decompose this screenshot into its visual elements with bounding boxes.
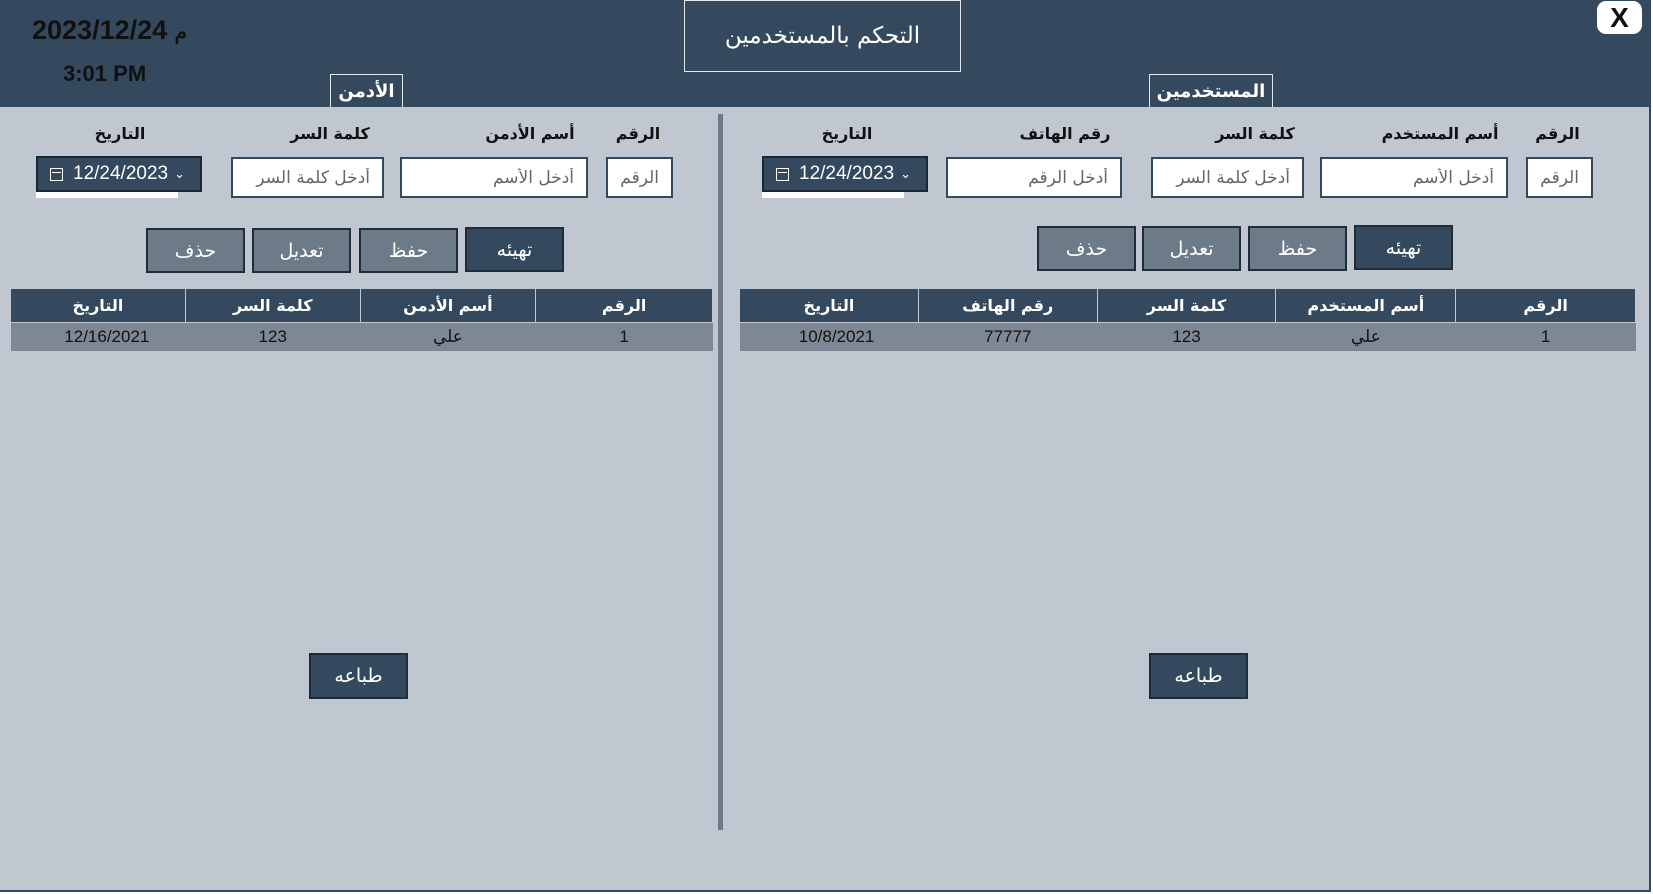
- user-reset-button[interactable]: تهيئه: [1354, 225, 1453, 270]
- user-password-input[interactable]: [1151, 157, 1304, 198]
- user-col-date[interactable]: التاريخ: [739, 288, 919, 323]
- user-cell-phone: 77777: [918, 322, 1098, 351]
- panel-divider: [718, 114, 723, 830]
- admin-cell-name: علي: [360, 322, 536, 351]
- user-date-value: 12/24/2023: [799, 163, 895, 184]
- user-cell-id: 1: [1455, 322, 1636, 351]
- user-cell-password: 123: [1097, 322, 1276, 351]
- date-value: 2023/12/24: [32, 15, 168, 45]
- admin-edit-button[interactable]: تعديل: [252, 228, 351, 273]
- user-control-window: م 2023/12/24 3:01 PM التحكم بالمستخدمين …: [0, 0, 1651, 892]
- admin-password-input[interactable]: [231, 157, 384, 198]
- user-col-name[interactable]: أسم المستخدم: [1275, 288, 1457, 323]
- admin-date-value: 12/24/2023: [73, 163, 169, 184]
- user-id-label: الرقم: [1535, 124, 1580, 143]
- admin-col-name[interactable]: أسم الأدمن: [359, 288, 537, 323]
- user-delete-button[interactable]: حذف: [1037, 226, 1136, 271]
- current-time: 3:01 PM: [63, 61, 147, 86]
- admin-print-button[interactable]: طباعه: [309, 653, 408, 699]
- user-save-button[interactable]: حفظ: [1248, 226, 1347, 271]
- table-row[interactable]: 12/16/2021 123 علي 1: [10, 322, 713, 351]
- admin-cell-password: 123: [185, 322, 361, 351]
- user-phone-label: رقم الهاتف: [1019, 124, 1111, 143]
- users-table-header: التاريخ رقم الهاتف كلمة السر أسم المستخد…: [739, 288, 1636, 323]
- tab-admin[interactable]: الأدمن: [330, 74, 403, 107]
- admin-reset-button[interactable]: تهيئه: [465, 227, 564, 272]
- admin-col-date[interactable]: التاريخ: [10, 288, 186, 323]
- user-col-phone[interactable]: رقم الهاتف: [917, 288, 1098, 323]
- admin-cell-id: 1: [535, 322, 713, 351]
- chevron-down-icon: ⌄: [174, 166, 185, 181]
- users-table: التاريخ رقم الهاتف كلمة السر أسم المستخد…: [739, 288, 1636, 351]
- era-suffix: م: [174, 22, 188, 44]
- calendar-icon: [776, 167, 789, 181]
- calendar-icon: [50, 167, 63, 181]
- user-name-input[interactable]: [1320, 157, 1508, 198]
- header-bar: م 2023/12/24 3:01 PM التحكم بالمستخدمين …: [0, 0, 1651, 107]
- admin-password-label: كلمة السر: [290, 124, 370, 143]
- admin-save-button[interactable]: حفظ: [359, 228, 458, 273]
- user-col-password[interactable]: كلمة السر: [1096, 288, 1277, 323]
- admin-id-input[interactable]: [606, 157, 673, 198]
- user-phone-input[interactable]: [946, 157, 1122, 198]
- user-date-picker[interactable]: 12/24/2023 ⌄: [762, 156, 928, 192]
- tab-users[interactable]: المستخدمين: [1149, 74, 1273, 107]
- admin-table: التاريخ كلمة السر أسم الأدمن الرقم 12/16…: [10, 288, 713, 351]
- admin-delete-button[interactable]: حذف: [146, 228, 245, 273]
- admin-date-label: التاريخ: [94, 124, 146, 143]
- current-date: م 2023/12/24: [32, 15, 187, 46]
- admin-date-dropdown-strip: [36, 192, 178, 198]
- user-password-label: كلمة السر: [1215, 124, 1295, 143]
- chevron-down-icon: ⌄: [900, 166, 911, 181]
- user-col-id[interactable]: الرقم: [1455, 288, 1636, 323]
- user-print-button[interactable]: طباعه: [1149, 653, 1248, 699]
- admin-cell-date: 12/16/2021: [10, 322, 186, 351]
- page-title: التحكم بالمستخدمين: [684, 0, 961, 72]
- admin-date-picker[interactable]: 12/24/2023 ⌄: [36, 156, 202, 192]
- table-row[interactable]: 10/8/2021 77777 123 علي 1: [739, 322, 1636, 351]
- user-date-dropdown-strip: [762, 192, 904, 198]
- admin-id-label: الرقم: [615, 124, 661, 143]
- admin-name-label: أسم الأدمن: [485, 124, 575, 143]
- user-edit-button[interactable]: تعديل: [1142, 226, 1241, 271]
- close-button[interactable]: X: [1597, 1, 1642, 34]
- admin-name-input[interactable]: [400, 157, 588, 198]
- user-name-label: أسم المستخدم: [1381, 124, 1499, 143]
- user-id-input[interactable]: [1526, 157, 1593, 198]
- admin-col-id[interactable]: الرقم: [535, 288, 713, 323]
- admin-table-header: التاريخ كلمة السر أسم الأدمن الرقم: [10, 288, 713, 323]
- user-cell-name: علي: [1275, 322, 1456, 351]
- admin-col-password[interactable]: كلمة السر: [184, 288, 361, 323]
- user-cell-date: 10/8/2021: [739, 322, 919, 351]
- user-date-label: التاريخ: [821, 124, 873, 143]
